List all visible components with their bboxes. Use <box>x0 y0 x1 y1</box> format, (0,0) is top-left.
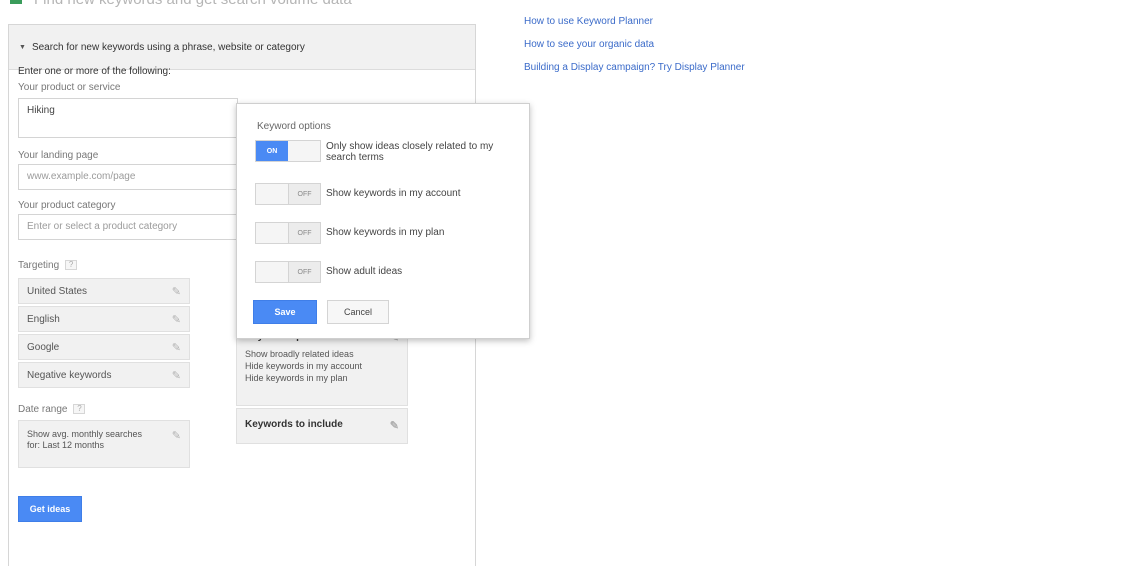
targeting-language[interactable]: English ✎ <box>18 306 190 332</box>
closely-related-label: Only show ideas closely related to my se… <box>326 141 494 163</box>
pencil-icon: ✎ <box>171 430 181 442</box>
toggle-off-label: OFF <box>288 184 320 204</box>
date-range-label: Date range? <box>18 404 86 415</box>
help-link-organic-data[interactable]: How to see your organic data <box>524 39 745 51</box>
targeting-network[interactable]: Google ✎ <box>18 334 190 360</box>
account-keywords-label: Show keywords in my account <box>326 188 461 199</box>
product-label: Your product or service <box>18 82 121 93</box>
account-keywords-toggle[interactable]: OFF <box>255 183 321 205</box>
targeting-negative-keywords-text: Negative keywords <box>27 369 112 381</box>
save-button[interactable]: Save <box>253 300 317 324</box>
product-category-label: Your product category <box>18 200 116 211</box>
adult-ideas-toggle[interactable]: OFF <box>255 261 321 283</box>
targeting-location-text: United States <box>27 285 88 297</box>
summary-line: Hide keywords in my account <box>245 361 363 371</box>
page-title: Find new keywords and get search volume … <box>34 0 352 8</box>
keywords-to-include-title: Keywords to include ✎ <box>245 419 399 432</box>
page-title-strip: Find new keywords and get search volume … <box>8 0 478 10</box>
date-range-selector[interactable]: Show avg. monthly searches for: Last 12 … <box>18 420 190 468</box>
product-input[interactable]: Hiking <box>18 98 238 138</box>
caret-down-icon: ▼ <box>19 43 26 51</box>
keyword-options-popup: Keyword options ON Only show ideas close… <box>236 103 530 339</box>
pencil-icon: ✎ <box>171 341 181 354</box>
targeting-label: Targeting? <box>18 260 78 271</box>
closely-related-toggle[interactable]: ON <box>255 140 321 162</box>
help-icon[interactable]: ? <box>65 260 78 271</box>
help-links: How to use Keyword Planner How to see yo… <box>524 16 745 85</box>
landing-page-label: Your landing page <box>18 150 99 161</box>
cancel-button[interactable]: Cancel <box>327 300 389 324</box>
landing-page-input[interactable]: www.example.com/page <box>18 164 238 190</box>
targeting-network-text: Google <box>27 341 60 353</box>
summary-line: Hide keywords in my plan <box>245 373 348 383</box>
form-intro: Enter one or more of the following: <box>18 66 171 77</box>
search-section-title: Search for new keywords using a phrase, … <box>31 41 305 53</box>
targeting-label-text: Targeting <box>18 260 60 271</box>
plan-keywords-toggle[interactable]: OFF <box>255 222 321 244</box>
keywords-to-include-title-text: Keywords to include <box>245 419 343 430</box>
pencil-icon: ✎ <box>171 369 181 382</box>
toggle-off-label: OFF <box>288 223 320 243</box>
help-icon[interactable]: ? <box>73 404 86 415</box>
keywords-to-include-summary[interactable]: Keywords to include ✎ <box>236 408 408 444</box>
option-row-closely-related: ON Only show ideas closely related to my… <box>255 140 516 163</box>
section-marker-icon <box>10 0 22 4</box>
option-row-adult-ideas: OFF Show adult ideas <box>255 261 516 283</box>
toggle-on-label: ON <box>256 141 288 161</box>
pencil-icon: ✎ <box>171 285 181 298</box>
summary-line: Show broadly related ideas <box>245 349 354 359</box>
product-category-select[interactable]: Enter or select a product category <box>18 214 238 240</box>
help-link-keyword-planner[interactable]: How to use Keyword Planner <box>524 16 745 28</box>
plan-keywords-label: Show keywords in my plan <box>326 227 445 238</box>
help-link-display-planner[interactable]: Building a Display campaign? Try Display… <box>524 62 745 74</box>
pencil-icon: ✎ <box>171 313 181 326</box>
targeting-location[interactable]: United States ✎ <box>18 278 190 304</box>
targeting-negative-keywords[interactable]: Negative keywords ✎ <box>18 362 190 388</box>
targeting-language-text: English <box>27 313 60 325</box>
date-range-label-text: Date range <box>18 404 68 415</box>
adult-ideas-label: Show adult ideas <box>326 266 403 277</box>
option-row-plan-keywords: OFF Show keywords in my plan <box>255 222 516 244</box>
pencil-icon: ✎ <box>389 420 399 432</box>
search-section-header[interactable]: ▼ Search for new keywords using a phrase… <box>9 25 475 70</box>
toggle-off-label: OFF <box>288 262 320 282</box>
get-ideas-button[interactable]: Get ideas <box>18 496 82 522</box>
popup-title: Keyword options <box>257 121 331 132</box>
date-range-value: Show avg. monthly searches for: Last 12 … <box>27 429 143 450</box>
option-row-account-keywords: OFF Show keywords in my account <box>255 183 516 205</box>
